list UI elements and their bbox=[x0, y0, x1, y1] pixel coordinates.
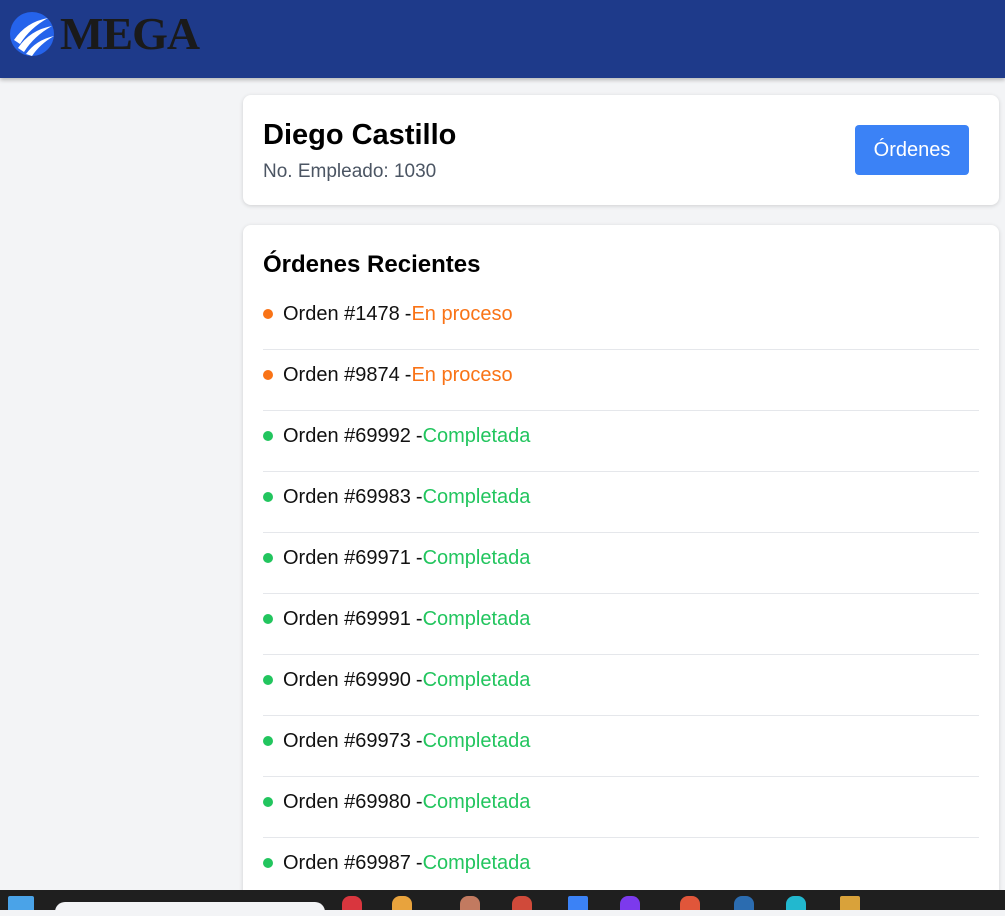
order-status: Completada bbox=[422, 607, 531, 630]
status-dot-icon bbox=[263, 370, 273, 380]
employee-number: No. Empleado: 1030 bbox=[263, 161, 437, 182]
order-separator: - bbox=[415, 790, 423, 813]
order-label: Orden #69990 bbox=[283, 668, 411, 691]
order-status: Completada bbox=[422, 668, 531, 691]
recent-orders-card: Órdenes Recientes Orden #1478- En proceso… bbox=[243, 225, 999, 905]
order-status: Completada bbox=[422, 424, 531, 447]
status-dot-icon bbox=[263, 553, 273, 563]
order-separator: - bbox=[415, 851, 423, 874]
order-label: Orden #69971 bbox=[283, 546, 411, 569]
order-list-item[interactable]: Orden #1478- En proceso bbox=[263, 289, 979, 350]
order-label: Orden #69992 bbox=[283, 424, 411, 447]
order-list-item[interactable]: Orden #69971- Completada bbox=[263, 533, 979, 594]
order-separator: - bbox=[415, 424, 423, 447]
employee-profile-card: Diego Castillo No. Empleado: 1030 Órdene… bbox=[243, 95, 999, 205]
order-separator: - bbox=[404, 363, 412, 386]
order-list-item[interactable]: Orden #69991- Completada bbox=[263, 594, 979, 655]
status-dot-icon bbox=[263, 492, 273, 502]
app-icon[interactable] bbox=[460, 896, 480, 910]
order-label: Orden #1478 bbox=[283, 302, 400, 325]
order-label: Orden #69987 bbox=[283, 851, 411, 874]
app-icon[interactable] bbox=[786, 896, 806, 910]
logo-icon bbox=[10, 12, 54, 56]
app-icon[interactable] bbox=[342, 896, 362, 910]
app-icon[interactable] bbox=[734, 896, 754, 910]
order-status: Completada bbox=[422, 790, 531, 813]
order-status: En proceso bbox=[411, 302, 513, 325]
order-separator: - bbox=[415, 546, 423, 569]
app-icon[interactable] bbox=[568, 896, 588, 910]
order-status: Completada bbox=[422, 485, 531, 508]
app-icon[interactable] bbox=[512, 896, 532, 910]
order-list-item[interactable]: Orden #69983- Completada bbox=[263, 472, 979, 533]
order-list-item[interactable]: Orden #9874- En proceso bbox=[263, 350, 979, 411]
order-status: Completada bbox=[422, 546, 531, 569]
brand-name: MEGA bbox=[60, 8, 200, 59]
order-status: Completada bbox=[422, 729, 531, 752]
app-icon[interactable] bbox=[680, 896, 700, 910]
taskbar-search[interactable] bbox=[55, 902, 325, 916]
app-icon[interactable] bbox=[620, 896, 640, 910]
order-separator: - bbox=[404, 302, 412, 325]
order-separator: - bbox=[415, 668, 423, 691]
order-list-item[interactable]: Orden #69992- Completada bbox=[263, 411, 979, 472]
status-dot-icon bbox=[263, 675, 273, 685]
status-dot-icon bbox=[263, 614, 273, 624]
order-label: Orden #9874 bbox=[283, 363, 400, 386]
orders-button[interactable]: Órdenes bbox=[855, 125, 969, 175]
order-label: Orden #69991 bbox=[283, 607, 411, 630]
os-taskbar bbox=[0, 890, 1005, 916]
status-dot-icon bbox=[263, 431, 273, 441]
order-label: Orden #69973 bbox=[283, 729, 411, 752]
order-list-item[interactable]: Orden #69973- Completada bbox=[263, 716, 979, 777]
order-status: Completada bbox=[422, 851, 531, 874]
order-separator: - bbox=[415, 485, 423, 508]
order-separator: - bbox=[415, 729, 423, 752]
status-dot-icon bbox=[263, 797, 273, 807]
status-dot-icon bbox=[263, 736, 273, 746]
start-icon[interactable] bbox=[8, 896, 34, 910]
order-status: En proceso bbox=[411, 363, 513, 386]
order-list-item[interactable]: Orden #69990- Completada bbox=[263, 655, 979, 716]
order-label: Orden #69980 bbox=[283, 790, 411, 813]
order-list: Orden #1478- En proceso Orden #9874- En pro… bbox=[263, 289, 979, 899]
status-dot-icon bbox=[263, 309, 273, 319]
brand-logo[interactable]: MEGA bbox=[8, 8, 200, 59]
app-icon[interactable] bbox=[840, 896, 860, 910]
top-header: MEGA bbox=[0, 0, 1005, 78]
order-list-item[interactable]: Orden #69980- Completada bbox=[263, 777, 979, 838]
employee-name: Diego Castillo bbox=[263, 119, 457, 151]
order-label: Orden #69983 bbox=[283, 485, 411, 508]
recent-orders-title: Órdenes Recientes bbox=[263, 251, 481, 278]
app-icon[interactable] bbox=[392, 896, 412, 910]
order-separator: - bbox=[415, 607, 423, 630]
status-dot-icon bbox=[263, 858, 273, 868]
